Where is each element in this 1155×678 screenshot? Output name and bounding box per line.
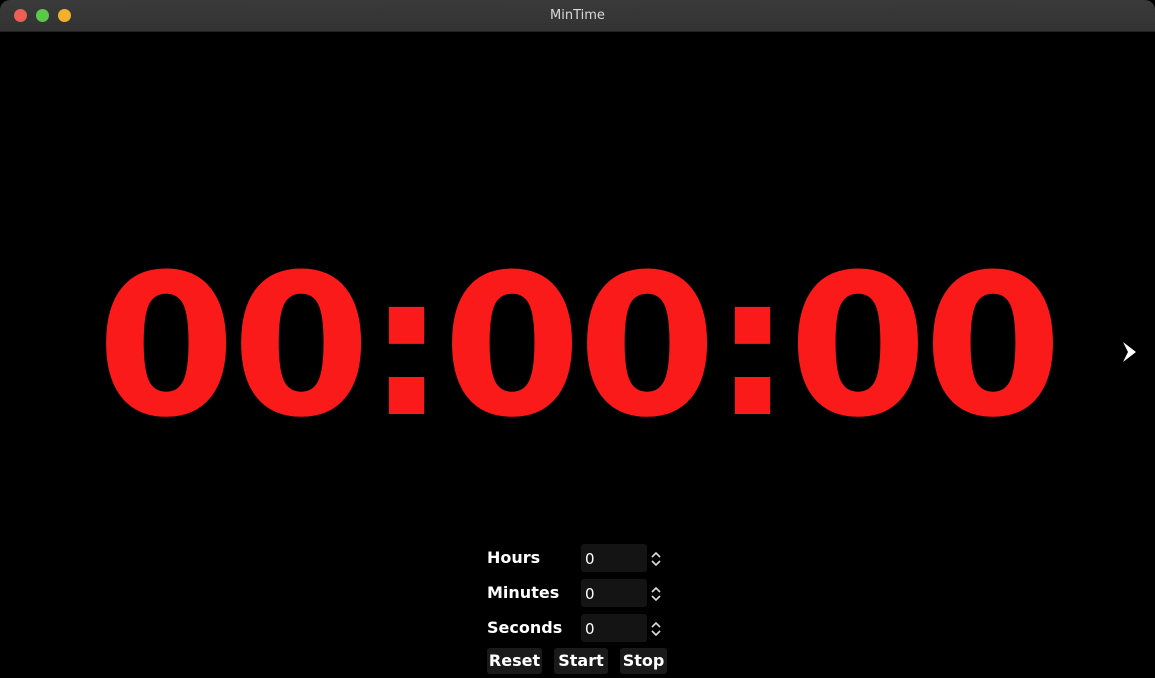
hours-label: Hours: [487, 548, 541, 567]
minutes-label: Minutes: [487, 583, 560, 602]
seconds-row: Seconds 0: [487, 614, 677, 644]
chevron-right-icon[interactable]: [1120, 340, 1140, 364]
seconds-label: Seconds: [487, 618, 563, 637]
hours-stepper-icon[interactable]: [650, 551, 662, 567]
title-bar[interactable]: MinTime: [0, 0, 1155, 32]
hours-row: Hours 0: [487, 544, 677, 574]
seconds-input[interactable]: 0: [581, 614, 647, 642]
app-window: MinTime 00:00:00 Hours 0 Minutes 0 Secon…: [0, 0, 1155, 678]
hours-input[interactable]: 0: [581, 544, 647, 572]
stop-button[interactable]: Stop: [620, 648, 667, 674]
minutes-stepper-icon[interactable]: [650, 586, 662, 602]
minutes-input[interactable]: 0: [581, 579, 647, 607]
minutes-row: Minutes 0: [487, 579, 677, 609]
seconds-stepper-icon[interactable]: [650, 621, 662, 637]
reset-button[interactable]: Reset: [487, 648, 542, 674]
window-title: MinTime: [550, 8, 605, 23]
start-button[interactable]: Start: [554, 648, 608, 674]
timer-display: 00:00:00: [96, 233, 1063, 461]
